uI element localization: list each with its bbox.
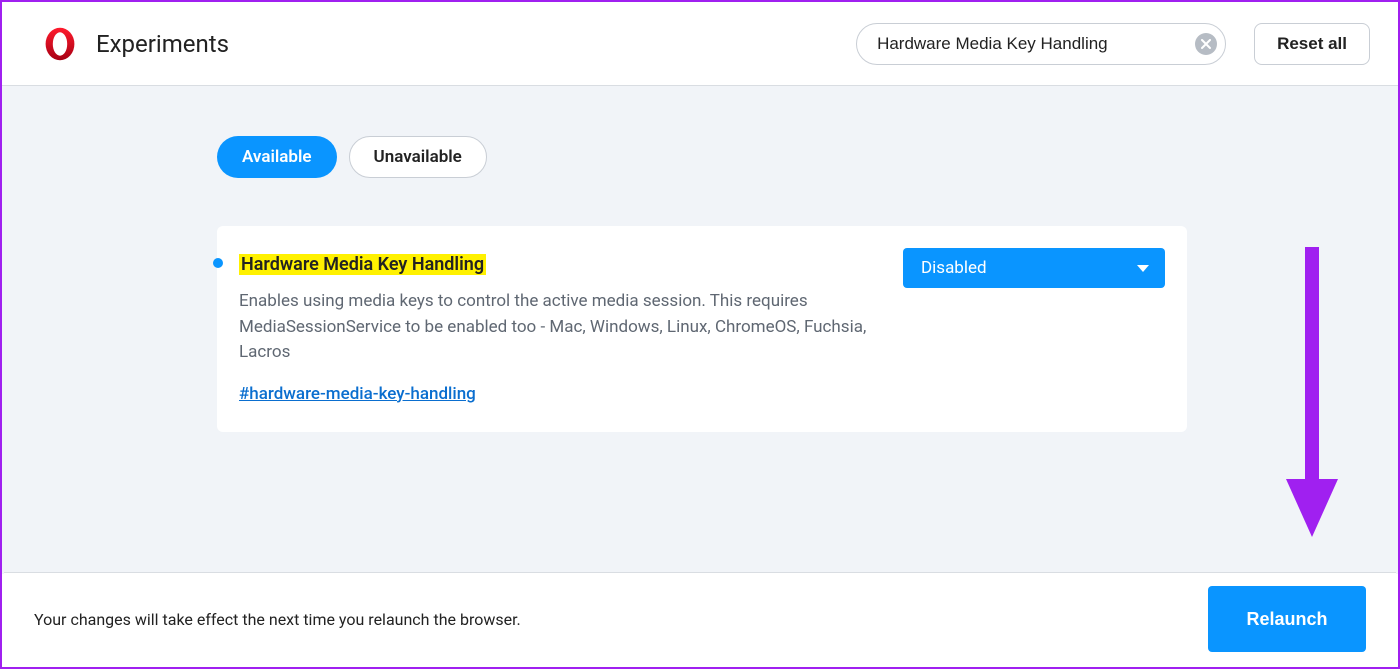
flag-hash-link[interactable]: #hardware-media-key-handling <box>239 384 476 404</box>
chevron-down-icon <box>1137 265 1149 272</box>
page-title: Experiments <box>96 30 229 58</box>
opera-logo-icon <box>42 26 78 62</box>
search-input[interactable] <box>877 34 1195 54</box>
clear-search-icon[interactable] <box>1195 33 1217 55</box>
flag-state-value: Disabled <box>921 258 987 278</box>
header-bar: Experiments Reset all <box>2 2 1398 86</box>
flag-state-select[interactable]: Disabled <box>903 248 1165 288</box>
tabs: Available Unavailable <box>217 136 1187 178</box>
search-container <box>856 23 1226 65</box>
tab-available[interactable]: Available <box>217 136 337 178</box>
footer-message: Your changes will take effect the next t… <box>34 610 521 629</box>
relaunch-button[interactable]: Relaunch <box>1208 586 1366 652</box>
flag-card: Hardware Media Key Handling Enables usin… <box>217 226 1187 432</box>
flag-title: Hardware Media Key Handling <box>239 254 486 275</box>
flag-description: Enables using media keys to control the … <box>239 289 883 366</box>
modified-dot-icon <box>213 258 223 268</box>
flag-hash-anchor[interactable]: #hardware-media-key-handling <box>239 384 476 404</box>
tab-unavailable[interactable]: Unavailable <box>349 136 487 178</box>
reset-all-button[interactable]: Reset all <box>1254 23 1370 65</box>
footer-bar: Your changes will take effect the next t… <box>4 572 1396 665</box>
body-panel: Available Unavailable Hardware Media Key… <box>2 86 1398 574</box>
